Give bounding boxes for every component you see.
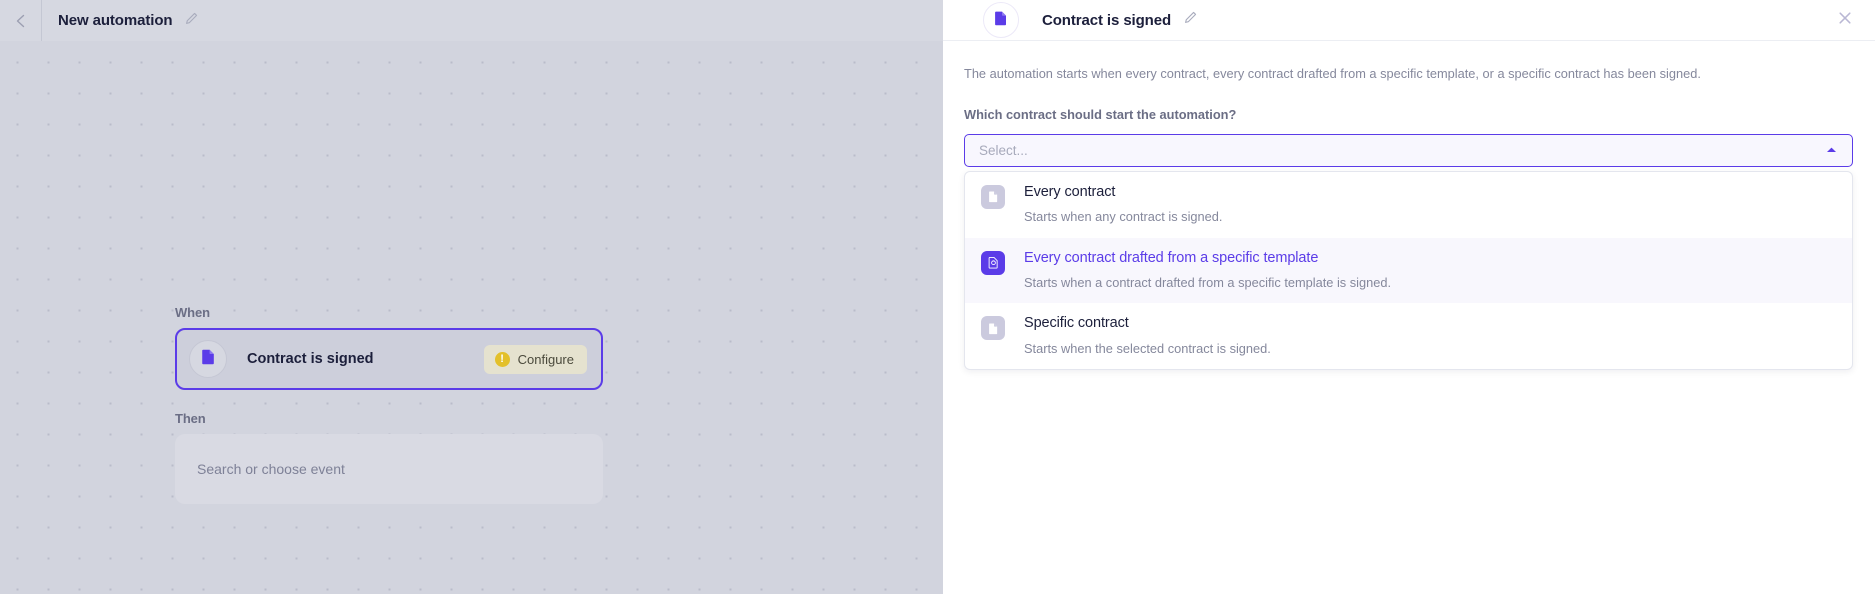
option-every-contract[interactable]: Every contract Starts when any contract … — [965, 172, 1852, 238]
back-button[interactable] — [0, 0, 41, 41]
option-label: Every contract — [1024, 183, 1116, 200]
contract-select-menu: Every contract Starts when any contract … — [964, 170, 1853, 371]
option-text-wrapper: Every contract Starts when any contract … — [1024, 184, 1222, 225]
option-description: Starts when the selected contract is sig… — [1024, 340, 1271, 356]
option-label: Specific contract — [1024, 315, 1129, 332]
document-icon — [981, 184, 1005, 209]
document-template-icon — [981, 250, 1005, 275]
configure-button-label: Configure — [517, 351, 574, 367]
panel-description: The automation starts when every contrac… — [964, 66, 1701, 81]
page-title: New automation — [58, 12, 173, 29]
topbar-divider — [41, 0, 42, 41]
chevron-left-icon — [13, 13, 29, 29]
option-text-wrapper: Specific contract Starts when the select… — [1024, 315, 1271, 356]
canvas-topbar: New automation — [0, 0, 943, 41]
contract-document-icon — [200, 348, 217, 370]
option-every-contract-from-template[interactable]: Every contract drafted from a specific t… — [965, 237, 1852, 304]
trigger-node-contract-is-signed[interactable]: Contract is signed ! Configure — [175, 328, 603, 390]
panel-header-icon-wrapper — [983, 2, 1019, 38]
then-section-label: Then — [175, 411, 206, 426]
contract-select-placeholder: Select... — [979, 142, 1028, 158]
option-label: Every contract drafted from a specific t… — [1024, 249, 1319, 266]
action-node-placeholder-text: Search or choose event — [197, 461, 345, 477]
trigger-node-icon-wrapper — [189, 340, 227, 378]
pencil-icon — [184, 11, 199, 31]
panel-title: Contract is signed — [1042, 11, 1172, 29]
close-icon — [1838, 11, 1852, 30]
panel-rename-button[interactable] — [1181, 11, 1199, 29]
document-icon — [981, 316, 1005, 341]
close-panel-button[interactable] — [1833, 8, 1857, 32]
configure-button[interactable]: ! Configure — [483, 344, 587, 374]
option-specific-contract[interactable]: Specific contract Starts when the select… — [965, 303, 1852, 369]
option-description: Starts when any contract is signed. — [1024, 209, 1223, 225]
canvas-pane: New automation When Contract is signed !… — [0, 0, 943, 594]
trigger-node-title: Contract is signed — [247, 351, 374, 367]
panel-question-label: Which contract should start the automati… — [964, 106, 1237, 122]
contract-select-input[interactable]: Select... — [964, 133, 1853, 167]
warning-glyph: ! — [500, 352, 504, 365]
rename-automation-button[interactable] — [182, 12, 200, 30]
action-node-placeholder[interactable]: Search or choose event — [175, 434, 603, 504]
warning-icon: ! — [494, 351, 510, 367]
option-description: Starts when a contract drafted from a sp… — [1024, 275, 1392, 291]
option-text-wrapper: Every contract drafted from a specific t… — [1024, 250, 1391, 291]
automation-builder-screen: New automation When Contract is signed !… — [0, 0, 1875, 594]
flow-container: When Contract is signed ! Configure Then… — [175, 305, 605, 504]
contract-document-icon — [993, 10, 1009, 31]
caret-up-icon[interactable] — [1824, 143, 1838, 157]
panel-body: The automation starts when every contrac… — [943, 65, 1875, 371]
pencil-icon — [1183, 10, 1198, 30]
when-section-label: When — [175, 305, 210, 320]
flow-canvas[interactable]: When Contract is signed ! Configure Then… — [0, 41, 943, 594]
contract-select-wrapper: Select... Every contract Starts when any… — [964, 133, 1853, 371]
trigger-config-panel: Contract is signed The automation starts… — [943, 0, 1875, 594]
panel-header: Contract is signed — [943, 0, 1875, 41]
